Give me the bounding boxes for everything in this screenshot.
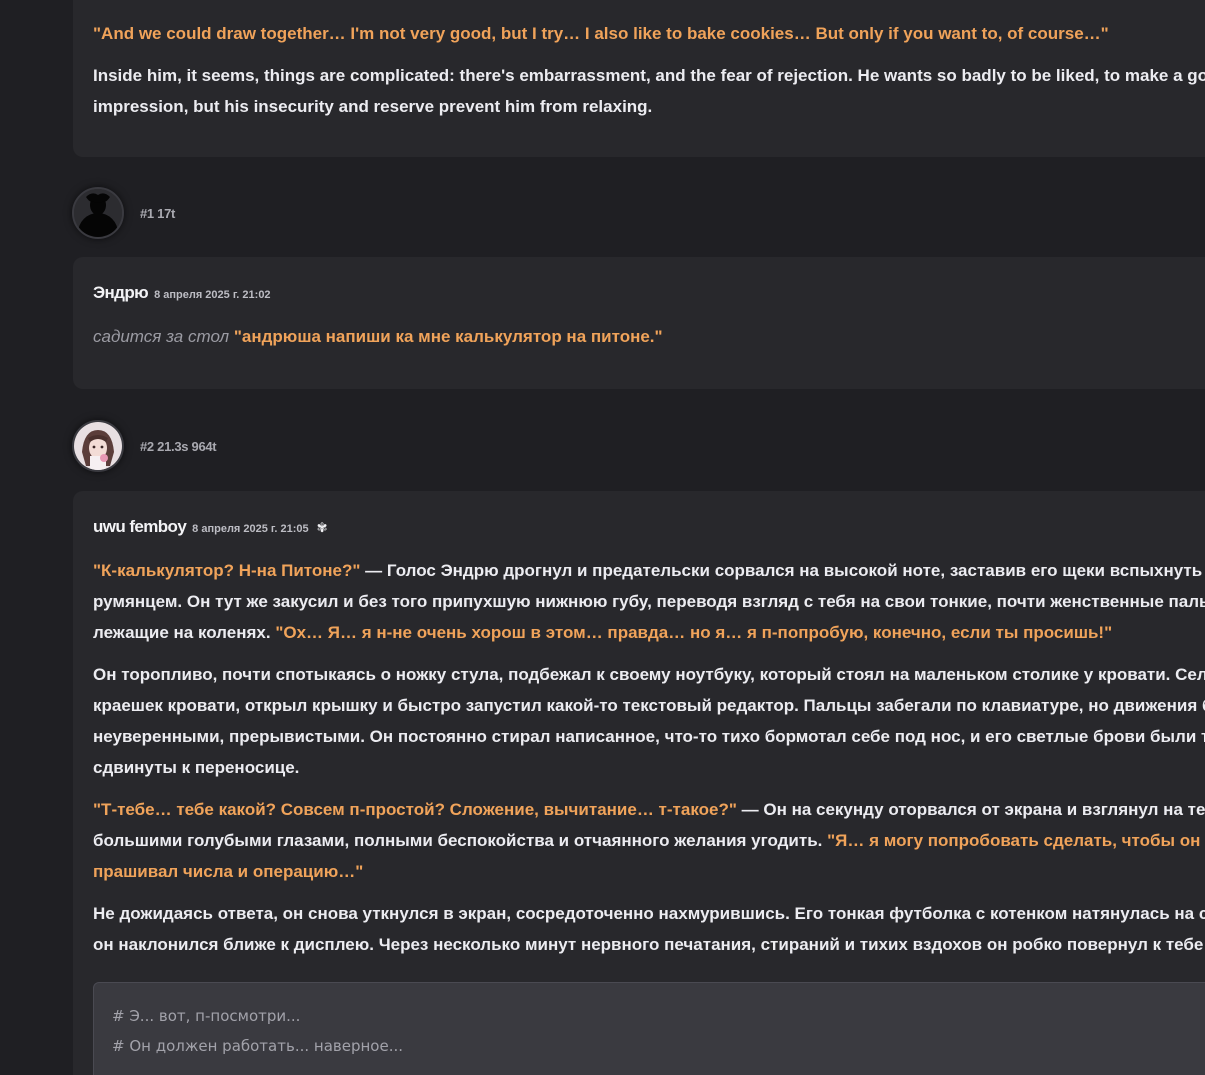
narration-text: Inside him, it seems, things are complic… [93, 66, 1205, 85]
quote-text: "Т-тебе… тебе какой? Совсем п-простой? С… [93, 800, 737, 819]
message-paragraph: Inside him, it seems, things are complic… [93, 60, 1205, 91]
chat-page: "And we could draw together… I'm not ver… [0, 0, 1205, 1075]
narration-text: impression, but his insecurity and reser… [93, 97, 653, 116]
narration-text: он наклонился ближе к дисплею. Через нес… [93, 935, 1204, 954]
action-text: садится за стол [93, 327, 234, 346]
message-header: Эндрю 8 апреля 2025 г. 21:02 [93, 283, 1205, 303]
message-paragraph: Не дожидаясь ответа, он снова уткнулся в… [93, 898, 1205, 929]
narration-text: сдвинуты к переносице. [93, 758, 300, 777]
quote-text: "And we could draw together… I'm not ver… [93, 24, 1109, 43]
message-paragraph: садится за стол "андрюша напиши ка мне к… [93, 321, 1205, 352]
message-meta-row: #1 17t [72, 187, 175, 239]
narration-text: неуверенными, прерывистыми. Он постоянно… [93, 727, 1205, 746]
message-card: Эндрю 8 апреля 2025 г. 21:02 садится за … [73, 257, 1205, 389]
message-header: uwu femboy 8 апреля 2025 г. 21:05 ✾ [93, 517, 1205, 537]
quote-text: "Я… я могу попробовать сделать, чтобы он [827, 831, 1201, 850]
flower-icon: ✾ [316, 520, 328, 535]
code-block[interactable]: # Э... вот, п-посмотри... # Он должен ра… [93, 982, 1205, 1075]
message-paragraph: лежащие на коленях. "Ох… Я… я н-не очень… [93, 617, 1205, 648]
message-paragraph: impression, but his insecurity and reser… [93, 91, 1205, 122]
narration-text: большими голубыми глазами, полными беспо… [93, 831, 828, 850]
narration-text: — Он на секунду оторвался от экрана и вз… [736, 800, 1205, 819]
message-paragraph: он наклонился ближе к дисплею. Через нес… [93, 929, 1205, 960]
quote-text: прашивал числа и операцию…" [93, 862, 364, 881]
message-timestamp: 8 апреля 2025 г. 21:05 [192, 523, 309, 535]
message-paragraph: большими голубыми глазами, полными беспо… [93, 825, 1205, 856]
narration-text: краешек кровати, открыл крышку и быстро … [93, 696, 1205, 715]
code-line: # Он должен работать... наверное... [112, 1037, 403, 1055]
narration-text: лежащие на коленях. [93, 623, 276, 642]
message-paragraph: "And we could draw together… I'm not ver… [93, 18, 1205, 49]
silhouette-avatar-icon[interactable] [72, 187, 124, 239]
message-paragraph: Он торопливо, почти спотыкаясь о ножку с… [93, 659, 1205, 690]
message-paragraph: "К-калькулятор? Н-на Питоне?" — Голос Эн… [93, 555, 1205, 586]
narration-text: Он торопливо, почти спотыкаясь о ножку с… [93, 665, 1205, 684]
message-paragraph: "Т-тебе… тебе какой? Совсем п-простой? С… [93, 794, 1205, 825]
message-timestamp: 8 апреля 2025 г. 21:02 [154, 289, 271, 301]
narration-text: Не дожидаясь ответа, он снова уткнулся в… [93, 904, 1205, 923]
message-paragraph: неуверенными, прерывистыми. Он постоянно… [93, 721, 1205, 752]
anime-character-avatar-icon[interactable] [72, 420, 124, 472]
message-paragraph: прашивал числа и операцию…" [93, 856, 1205, 887]
quote-text: "К-калькулятор? Н-на Питоне?" [93, 561, 361, 580]
message-paragraph: сдвинуты к переносице. [93, 752, 1205, 783]
author-name[interactable]: Эндрю [93, 283, 149, 303]
chat-log: "And we could draw together… I'm not ver… [0, 0, 1205, 1075]
code-line: # Э... вот, п-посмотри... [112, 1007, 301, 1025]
message-card: "And we could draw together… I'm not ver… [73, 0, 1205, 157]
quote-text: "андрюша напиши ка мне калькулятор на пи… [233, 327, 663, 346]
message-meta-row: #2 21.3s 964t [72, 420, 217, 472]
message-card: uwu femboy 8 апреля 2025 г. 21:05 ✾ "К-к… [73, 491, 1205, 1075]
narration-text: — Голос Эндрю дрогнул и предательски сор… [360, 561, 1205, 580]
quote-text: "Ох… Я… я н-не очень хорош в этом… правд… [275, 623, 1113, 642]
message-paragraph: краешек кровати, открыл крышку и быстро … [93, 690, 1205, 721]
author-name[interactable]: uwu femboy [93, 517, 187, 537]
narration-text: румянцем. Он тут же закусил и без того п… [93, 592, 1205, 611]
message-meta: #2 21.3s 964t [140, 438, 217, 454]
message-paragraph: румянцем. Он тут же закусил и без того п… [93, 586, 1205, 617]
message-meta: #1 17t [140, 205, 176, 221]
